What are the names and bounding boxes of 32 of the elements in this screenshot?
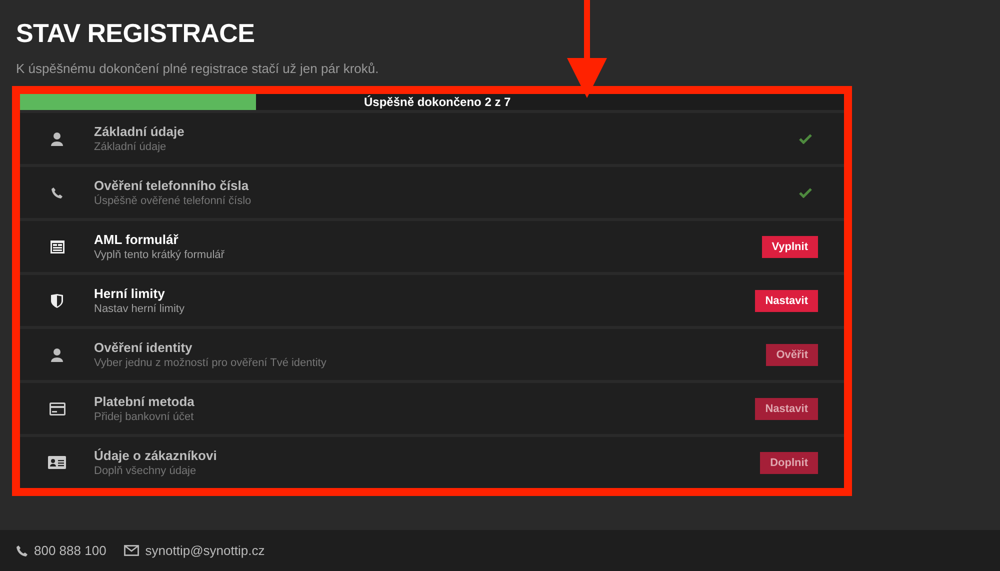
phone-icon <box>51 186 63 198</box>
checkmark-icon <box>799 134 812 144</box>
step-action-button[interactable]: Vyplnit <box>762 236 818 258</box>
step-description: Vyplň tento krátký formulář <box>94 249 226 261</box>
phone-number: 800 888 100 <box>34 543 106 558</box>
step-title: Herní limity <box>94 286 166 301</box>
checkmark-icon <box>799 188 812 198</box>
mail-icon <box>124 545 140 556</box>
id-card-icon <box>48 456 66 469</box>
step-description: Nastav herní limity <box>94 303 186 315</box>
page-title: STAV REGISTRACE <box>16 18 256 49</box>
step-title: Údaje o zákazníkovi <box>94 448 218 463</box>
step-description: Úspěšně ověřené telefonní číslo <box>94 195 252 207</box>
form-icon <box>50 240 64 254</box>
step-title: AML formulář <box>94 232 180 247</box>
step-description: Přidej bankovní účet <box>94 411 195 423</box>
phone-icon <box>16 544 28 556</box>
step-description: Základní údaje <box>94 141 168 153</box>
email-address: synottip@synottip.cz <box>145 543 265 558</box>
step-title: Platební metoda <box>94 394 196 409</box>
step-title: Ověření telefonního čísla <box>94 178 250 193</box>
page-subtitle: K úspěšnému dokončení plné registrace stačí už jen pár kroků. <box>16 61 380 76</box>
step-description: Vyber jednu z možností pro ověření Tvé identity <box>94 357 328 369</box>
step-action-button[interactable]: Nastavit <box>755 290 818 312</box>
person-icon <box>51 348 63 362</box>
shield-icon <box>51 294 63 308</box>
person-icon <box>51 132 63 146</box>
card-icon <box>48 402 66 416</box>
step-description: Doplň všechny údaje <box>94 465 198 477</box>
progress-label: Úspěšně dokončeno 2 z 7 <box>364 95 511 109</box>
step-title: Základní údaje <box>94 124 186 139</box>
step-title: Ověření identity <box>94 340 194 355</box>
